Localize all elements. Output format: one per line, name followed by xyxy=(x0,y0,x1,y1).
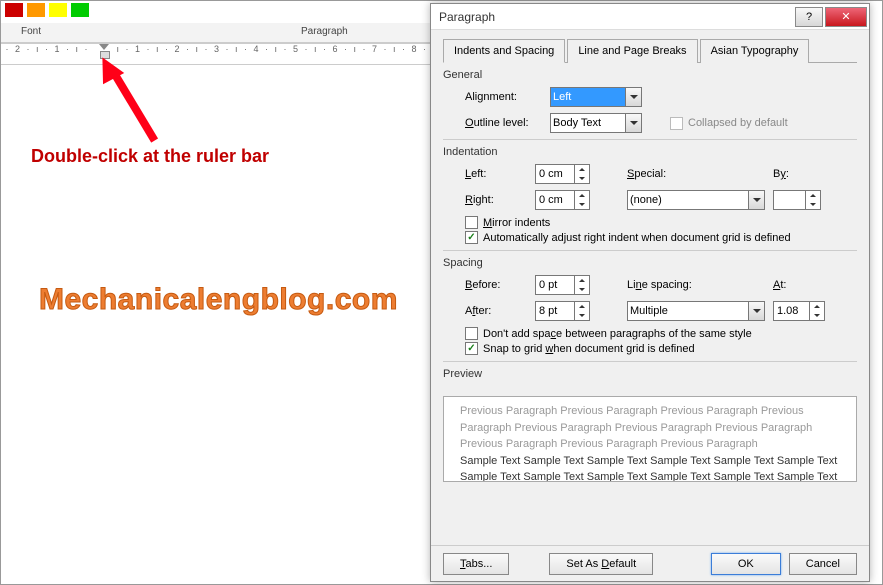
by-label: By: xyxy=(773,168,789,180)
horizontal-ruler[interactable]: · 2 · ı · 1 · ı · ı · 1 · ı · 2 · ı · 3 … xyxy=(1,43,442,65)
chevron-down-icon[interactable] xyxy=(748,302,764,320)
indent-left-spin[interactable]: 0 cm xyxy=(535,164,590,184)
outline-level-combo[interactable]: Body Text xyxy=(550,113,642,133)
collapsed-checkbox xyxy=(670,117,683,130)
outline-level-label: Outline level: xyxy=(465,117,550,129)
at-spin[interactable]: 1.08 xyxy=(773,301,825,321)
dont-add-space-checkbox[interactable] xyxy=(465,327,478,340)
ribbon-group-paragraph: Paragraph xyxy=(301,26,348,37)
paragraph-dialog: Paragraph ? ✕ Indents and Spacing Line a… xyxy=(430,3,870,582)
special-combo[interactable]: (none) xyxy=(627,190,765,210)
ribbon-group-labels: Font Paragraph xyxy=(1,23,442,43)
preview-previous: Previous Paragraph Previous Paragraph Pr… xyxy=(460,403,840,453)
preview-sample: Sample Text Sample Text Sample Text Samp… xyxy=(460,453,840,483)
special-label: Special: xyxy=(627,168,727,180)
chevron-down-icon[interactable] xyxy=(625,88,641,106)
dialog-tabs: Indents and Spacing Line and Page Breaks… xyxy=(443,38,857,63)
mirror-indents-checkbox[interactable] xyxy=(465,216,478,229)
tab-indents-spacing[interactable]: Indents and Spacing xyxy=(443,39,565,63)
indent-left-label: Left: xyxy=(465,168,535,180)
after-label: After: xyxy=(465,305,535,317)
snap-grid-label: Snap to grid when document grid is defin… xyxy=(483,343,695,355)
section-preview: Preview xyxy=(443,368,857,380)
by-spin[interactable] xyxy=(773,190,821,210)
chevron-down-icon[interactable] xyxy=(625,114,641,132)
dialog-titlebar[interactable]: Paragraph ? ✕ xyxy=(431,4,869,30)
alignment-label: Alignment: xyxy=(465,91,550,103)
indent-right-label: Right: xyxy=(465,194,535,206)
snap-grid-checkbox[interactable] xyxy=(465,342,478,355)
line-spacing-combo[interactable]: Multiple xyxy=(627,301,765,321)
chevron-down-icon[interactable] xyxy=(748,191,764,209)
dont-add-space-label: Don't add space between paragraphs of th… xyxy=(483,328,752,340)
section-indentation: Indentation xyxy=(443,146,857,158)
auto-adjust-label: Automatically adjust right indent when d… xyxy=(483,232,791,244)
cancel-button[interactable]: Cancel xyxy=(789,553,857,575)
collapsed-label: Collapsed by default xyxy=(688,117,788,129)
indent-marker-icon[interactable] xyxy=(99,44,109,58)
tab-line-page-breaks[interactable]: Line and Page Breaks xyxy=(567,39,697,63)
set-default-button[interactable]: Set As Default xyxy=(549,553,653,575)
ribbon-swatches xyxy=(5,1,442,23)
watermark-text: Mechanicalengblog.com xyxy=(39,283,398,317)
before-label: Before: xyxy=(465,279,535,291)
before-spin[interactable]: 0 pt xyxy=(535,275,590,295)
tab-asian-typography[interactable]: Asian Typography xyxy=(700,39,810,63)
after-spin[interactable]: 8 pt xyxy=(535,301,590,321)
indent-right-spin[interactable]: 0 cm xyxy=(535,190,590,210)
document-page[interactable] xyxy=(1,65,442,584)
ribbon-group-font: Font xyxy=(21,26,41,37)
help-button[interactable]: ? xyxy=(795,7,823,27)
dialog-title: Paragraph xyxy=(439,10,495,24)
preview-box: Previous Paragraph Previous Paragraph Pr… xyxy=(443,396,857,482)
section-spacing: Spacing xyxy=(443,257,857,269)
ok-button[interactable]: OK xyxy=(711,553,781,575)
auto-adjust-checkbox[interactable] xyxy=(465,231,478,244)
alignment-combo[interactable]: Left xyxy=(550,87,642,107)
annotation-text: Double-click at the ruler bar xyxy=(31,146,269,167)
line-spacing-label: Line spacing: xyxy=(627,279,692,291)
dialog-button-row: Tabs... Set As Default OK Cancel xyxy=(431,545,869,581)
section-general: General xyxy=(443,69,857,81)
at-label: At: xyxy=(773,279,786,291)
tabs-button[interactable]: Tabs... xyxy=(443,553,509,575)
close-button[interactable]: ✕ xyxy=(825,7,867,27)
mirror-indents-label: Mirror indents xyxy=(483,217,550,229)
